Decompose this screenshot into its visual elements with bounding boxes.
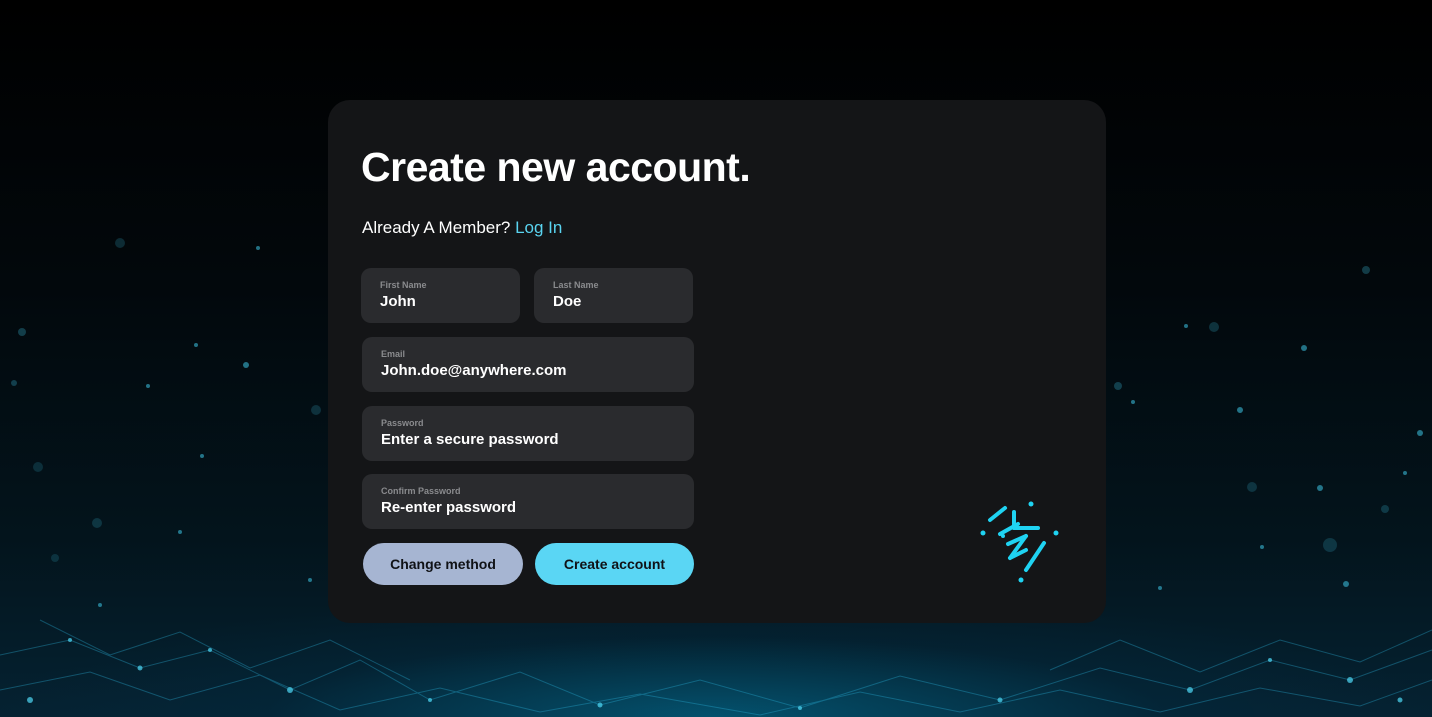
confirm-password-field[interactable]: Confirm Password Re-enter password [362,474,694,529]
member-prompt: Already A Member? Log In [362,218,562,238]
first-name-value[interactable]: John [380,293,520,311]
email-field[interactable]: Email John.doe@anywhere.com [362,337,694,392]
password-placeholder[interactable]: Enter a secure password [381,431,694,449]
last-name-value[interactable]: Doe [553,293,693,311]
password-field[interactable]: Password Enter a secure password [362,406,694,461]
member-prompt-text: Already A Member? [362,218,511,237]
change-method-button[interactable]: Change method [363,543,523,585]
login-link[interactable]: Log In [515,218,562,237]
last-name-field[interactable]: Last Name Doe [534,268,693,323]
zigzag-logo-icon [980,501,1059,583]
email-value[interactable]: John.doe@anywhere.com [381,362,694,380]
first-name-field[interactable]: First Name John [361,268,520,323]
page-title: Create new account. [361,144,751,190]
confirm-password-label: Confirm Password [381,486,461,496]
create-account-button[interactable]: Create account [535,543,694,585]
email-label: Email [381,349,406,359]
last-name-label: Last Name [553,280,599,290]
password-label: Password [381,418,424,428]
signup-card: Create new account. Already A Member? Lo… [328,100,1106,623]
confirm-password-placeholder[interactable]: Re-enter password [381,499,694,517]
first-name-label: First Name [380,280,427,290]
